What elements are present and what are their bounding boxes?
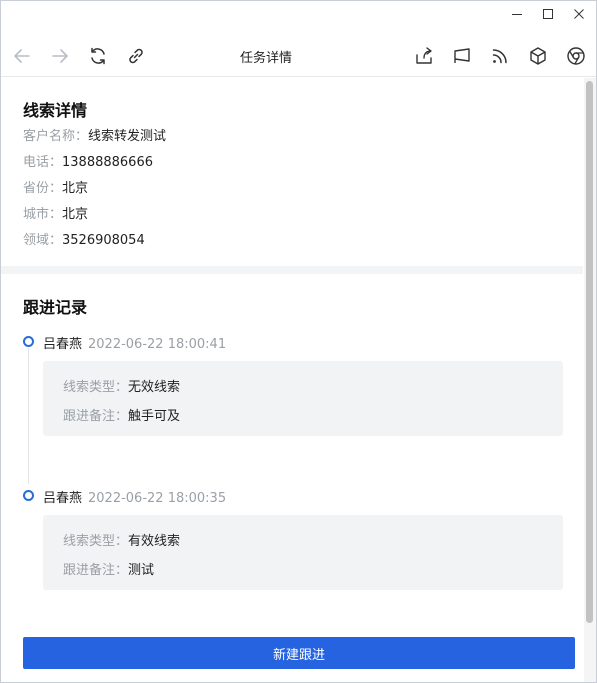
scrollbar-thumb[interactable] xyxy=(586,81,593,623)
followup-records-title: 跟进记录 xyxy=(23,298,88,317)
followup-note-value: 测试 xyxy=(128,563,155,578)
field-label: 省份： xyxy=(23,181,63,196)
followup-type-label: 线索类型： xyxy=(63,380,129,395)
vertical-scrollbar[interactable] xyxy=(584,78,596,682)
followup-type-value: 无效线索 xyxy=(128,380,181,395)
followup-note-label: 跟进备注： xyxy=(63,563,129,578)
field-province: 省份：北京 xyxy=(23,177,88,196)
followup-type-row: 线索类型：无效线索 xyxy=(63,376,180,395)
followup-card: 线索类型：无效线索 跟进备注：触手可及 xyxy=(43,361,563,436)
flag-icon[interactable] xyxy=(450,44,474,68)
browser-toolbar: 任务详情 xyxy=(1,35,596,77)
section-divider xyxy=(1,266,583,274)
followup-time: 2022-06-22 18:00:41 xyxy=(88,337,227,352)
timeline-line xyxy=(28,348,29,484)
followup-type-label: 线索类型： xyxy=(63,534,129,549)
field-customer-name: 客户名称：线索转发测试 xyxy=(23,125,166,144)
chrome-icon[interactable] xyxy=(564,44,588,68)
followup-time: 2022-06-22 18:00:35 xyxy=(88,491,227,506)
field-value: 北京 xyxy=(62,207,89,222)
rss-icon[interactable] xyxy=(488,44,512,68)
followup-note-label: 跟进备注： xyxy=(63,409,129,424)
followup-note-row: 跟进备注：触手可及 xyxy=(63,405,180,424)
link-icon[interactable] xyxy=(124,44,148,68)
new-followup-button[interactable]: 新建跟进 xyxy=(23,637,575,669)
followup-note-row: 跟进备注：测试 xyxy=(63,559,154,578)
minimize-icon[interactable] xyxy=(502,3,532,25)
followup-header: 吕春燕 2022-06-22 18:00:41 xyxy=(43,333,226,352)
followup-type-row: 线索类型：有效线索 xyxy=(63,530,180,549)
app-window: 任务详情 线索详情 客户名称：线索转发测试 电话：13888886666 省份：… xyxy=(0,0,597,683)
followup-note-value: 触手可及 xyxy=(128,409,181,424)
followup-type-value: 有效线索 xyxy=(128,534,181,549)
field-value: 北京 xyxy=(62,181,89,196)
field-label: 领域： xyxy=(23,233,63,248)
field-value: 线索转发测试 xyxy=(88,129,167,144)
field-value: 13888886666 xyxy=(62,155,153,170)
field-label: 电话： xyxy=(23,155,63,170)
timeline-dot xyxy=(23,336,34,347)
close-icon[interactable] xyxy=(564,3,594,25)
maximize-icon[interactable] xyxy=(533,3,563,25)
page-title: 任务详情 xyxy=(239,51,292,66)
cube-icon[interactable] xyxy=(526,44,550,68)
field-label: 客户名称： xyxy=(23,129,89,144)
title-bar xyxy=(1,1,596,29)
followup-user: 吕春燕 xyxy=(43,491,83,506)
forward-arrow-icon[interactable] xyxy=(48,44,72,68)
field-value: 3526908054 xyxy=(62,233,145,248)
timeline-dot xyxy=(23,490,34,501)
field-label: 城市： xyxy=(23,207,63,222)
followup-card: 线索类型：有效线索 跟进备注：测试 xyxy=(43,515,563,590)
field-domain: 领域：3526908054 xyxy=(23,229,145,248)
refresh-icon[interactable] xyxy=(86,44,110,68)
field-phone: 电话：13888886666 xyxy=(23,151,153,170)
lead-detail-title: 线索详情 xyxy=(23,101,88,120)
field-city: 城市：北京 xyxy=(23,203,88,222)
followup-user: 吕春燕 xyxy=(43,337,83,352)
followup-header: 吕春燕 2022-06-22 18:00:35 xyxy=(43,487,226,506)
share-icon[interactable] xyxy=(412,44,436,68)
task-detail-content[interactable]: 线索详情 客户名称：线索转发测试 电话：13888886666 省份：北京 城市… xyxy=(1,78,583,682)
back-arrow-icon[interactable] xyxy=(10,44,34,68)
